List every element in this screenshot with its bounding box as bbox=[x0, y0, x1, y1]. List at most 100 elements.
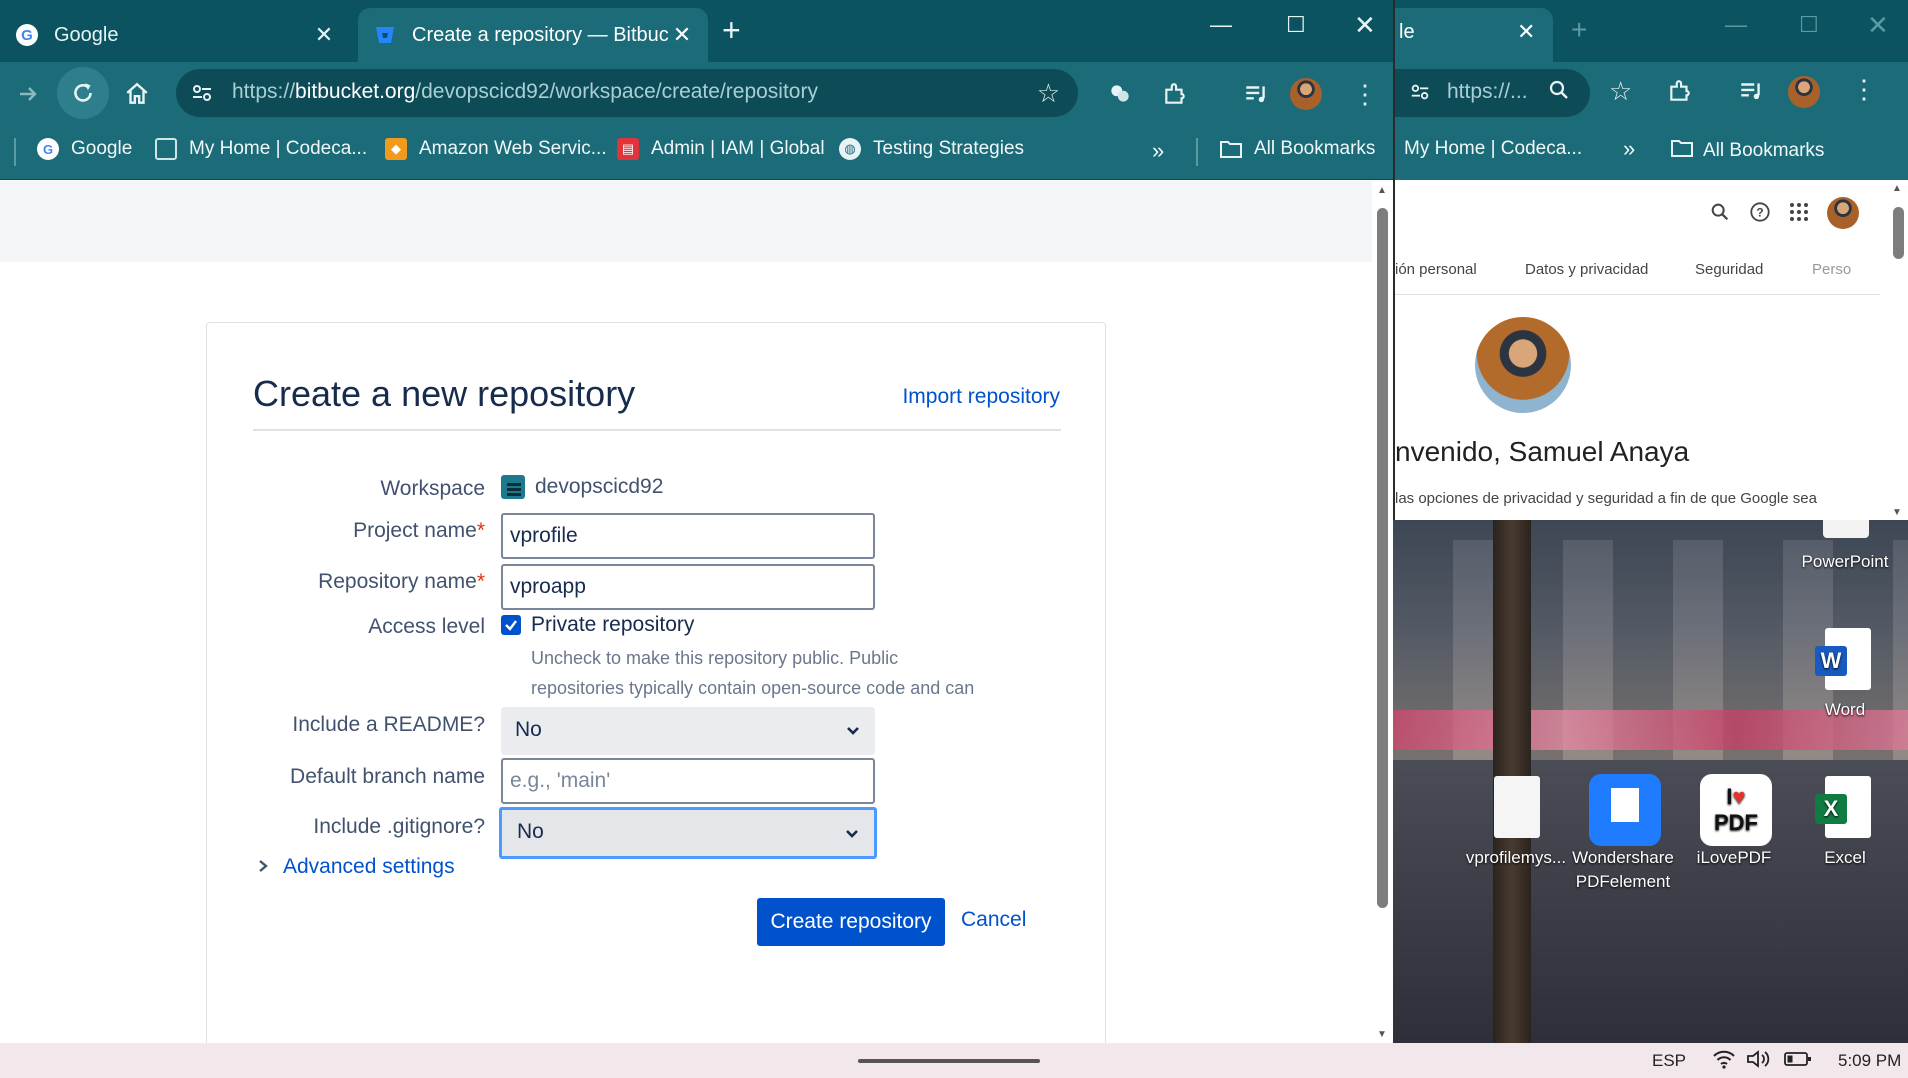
volume-icon[interactable] bbox=[1746, 1049, 1772, 1074]
extensions-icon[interactable] bbox=[1667, 78, 1693, 109]
scroll-down-icon[interactable]: ▼ bbox=[1892, 507, 1902, 518]
private-repository-checkbox[interactable] bbox=[501, 615, 521, 635]
bookmarks-bar: My Home | Codeca... » All Bookmarks bbox=[1395, 124, 1908, 180]
close-window-icon[interactable]: ✕ bbox=[1354, 10, 1376, 41]
minimize-icon[interactable]: — bbox=[1725, 12, 1747, 38]
gitignore-select[interactable]: No bbox=[499, 807, 877, 859]
extension-puzzle-dots-icon[interactable] bbox=[1100, 74, 1140, 114]
zoom-icon[interactable] bbox=[1547, 78, 1571, 109]
scroll-down-icon[interactable]: ▼ bbox=[1377, 1029, 1389, 1040]
close-window-icon[interactable]: ✕ bbox=[1867, 10, 1889, 41]
profile-photo[interactable] bbox=[1475, 317, 1571, 413]
tab-security[interactable]: Seguridad bbox=[1695, 261, 1763, 278]
scroll-up-icon[interactable]: ▲ bbox=[1892, 183, 1902, 194]
all-bookmarks[interactable]: All Bookmarks bbox=[1220, 138, 1375, 160]
repository-name-input[interactable]: vproapp bbox=[501, 564, 875, 610]
maximize-icon[interactable]: ☐ bbox=[1799, 12, 1819, 38]
iam-icon: ▤ bbox=[617, 138, 639, 160]
close-icon[interactable]: ✕ bbox=[312, 22, 336, 48]
divider bbox=[253, 429, 1061, 431]
right-browser-window: le ✕ + — ☐ ✕ https://... ☆ ⋮ My Home | C… bbox=[1393, 0, 1908, 520]
svg-text:G: G bbox=[21, 27, 33, 44]
profile-avatar[interactable] bbox=[1788, 76, 1820, 108]
page-title: Create a new repository bbox=[253, 373, 636, 414]
tab-strip: le ✕ + — ☐ ✕ bbox=[1395, 0, 1908, 62]
project-name-input[interactable]: vprofile bbox=[501, 513, 875, 559]
tab-data-privacy[interactable]: Datos y privacidad bbox=[1525, 261, 1648, 278]
desktop-icon-word[interactable]: W Word bbox=[1790, 626, 1900, 722]
advanced-settings-toggle[interactable]: Advanced settings bbox=[257, 855, 455, 879]
battery-icon[interactable] bbox=[1784, 1050, 1812, 1073]
close-icon[interactable]: ✕ bbox=[1517, 19, 1535, 45]
private-repository-label[interactable]: Private repository bbox=[531, 613, 694, 637]
page-viewport: Create a new repository Import repositor… bbox=[0, 181, 1393, 1043]
extensions-icon[interactable] bbox=[1155, 74, 1195, 114]
tab-bitbucket[interactable]: Create a repository — Bitbucket ✕ bbox=[358, 8, 708, 62]
bookmark-aws[interactable]: ◆ Amazon Web Servic... bbox=[385, 138, 607, 160]
scroll-up-icon[interactable]: ▲ bbox=[1377, 185, 1389, 196]
tab-personal-info[interactable]: ión personal bbox=[1395, 261, 1477, 278]
scrollbar[interactable]: ▲ ▼ bbox=[1373, 181, 1393, 1043]
search-icon[interactable] bbox=[1709, 201, 1731, 228]
desktop-icon-powerpoint[interactable]: PowerPoint bbox=[1790, 520, 1900, 574]
scrollbar[interactable]: ▲ ▼ bbox=[1888, 181, 1908, 520]
profile-avatar[interactable] bbox=[1286, 74, 1326, 114]
scrollbar-thumb[interactable] bbox=[1377, 208, 1388, 908]
language-indicator[interactable]: ESP bbox=[1652, 1051, 1686, 1071]
create-repository-button[interactable]: Create repository bbox=[757, 898, 945, 946]
address-bar[interactable]: https://... bbox=[1395, 69, 1590, 117]
readme-select[interactable]: No bbox=[501, 707, 875, 755]
codecademy-icon bbox=[155, 138, 177, 160]
bookmark-star-icon[interactable]: ☆ bbox=[1609, 76, 1632, 107]
desktop-icon-ilovepdf[interactable]: I♥ PDF iLovePDF bbox=[1679, 774, 1789, 870]
close-icon[interactable]: ✕ bbox=[670, 22, 694, 48]
account-nav-tabs: ión personal Datos y privacidad Segurida… bbox=[1395, 261, 1880, 295]
scrollbar-thumb[interactable] bbox=[1893, 207, 1904, 259]
reload-icon[interactable] bbox=[57, 67, 109, 119]
apps-grid-icon[interactable] bbox=[1788, 201, 1810, 228]
bookmark-iam[interactable]: ▤ Admin | IAM | Global bbox=[617, 138, 825, 160]
account-avatar[interactable] bbox=[1827, 197, 1859, 229]
tab-google[interactable]: G Google ✕ bbox=[0, 8, 350, 62]
media-queue-icon[interactable] bbox=[1738, 78, 1764, 109]
all-bookmarks[interactable]: All Bookmarks bbox=[1671, 138, 1824, 164]
tab-google-account[interactable]: le ✕ bbox=[1395, 8, 1553, 62]
workspace-value[interactable]: devopscicd92 bbox=[501, 475, 663, 499]
new-tab-icon[interactable]: + bbox=[722, 12, 741, 48]
desktop-icon-pdfelement[interactable]: Wondershare PDFelement bbox=[1568, 774, 1678, 894]
help-icon[interactable]: ? bbox=[1749, 201, 1771, 228]
clock[interactable]: 5:09 PM bbox=[1838, 1051, 1901, 1071]
desktop-icon-vprofilemys[interactable]: vprofilemys... bbox=[1461, 774, 1571, 870]
cancel-button[interactable]: Cancel bbox=[961, 908, 1026, 932]
site-info-icon[interactable] bbox=[1409, 81, 1431, 108]
bookmark-google[interactable]: G Google bbox=[37, 138, 132, 160]
tab-people[interactable]: Perso bbox=[1812, 261, 1851, 278]
more-bookmarks-icon[interactable]: » bbox=[1623, 136, 1635, 162]
new-tab-icon[interactable]: + bbox=[1571, 14, 1587, 46]
forward-icon[interactable] bbox=[8, 74, 48, 114]
default-branch-input[interactable]: e.g., 'main' bbox=[501, 758, 875, 804]
address-bar[interactable]: https://bitbucket.org/devopscicd92/works… bbox=[176, 69, 1078, 117]
home-icon[interactable] bbox=[117, 74, 157, 114]
bookmark-codecademy[interactable]: My Home | Codeca... bbox=[1404, 138, 1582, 160]
more-bookmarks-icon[interactable]: » bbox=[1152, 138, 1164, 164]
menu-kebab-icon[interactable]: ⋮ bbox=[1345, 74, 1385, 114]
welcome-heading: nvenido, Samuel Anaya bbox=[1395, 436, 1690, 467]
menu-kebab-icon[interactable]: ⋮ bbox=[1851, 74, 1877, 105]
site-info-icon[interactable] bbox=[190, 81, 214, 110]
taskbar-handle[interactable] bbox=[858, 1059, 1040, 1063]
ilovepdf-icon: I♥ PDF bbox=[1700, 774, 1772, 846]
import-repository-link[interactable]: Import repository bbox=[902, 385, 1060, 409]
desktop-icon-excel[interactable]: X Excel bbox=[1790, 774, 1900, 870]
minimize-icon[interactable]: — bbox=[1210, 12, 1232, 38]
file-icon bbox=[1482, 774, 1550, 842]
bookmark-codecademy[interactable]: My Home | Codeca... bbox=[155, 138, 367, 160]
maximize-icon[interactable]: ☐ bbox=[1286, 12, 1306, 38]
wifi-icon[interactable] bbox=[1712, 1049, 1736, 1074]
folder-icon bbox=[1220, 138, 1242, 160]
bookmark-testing[interactable]: ◍ Testing Strategies bbox=[839, 138, 1024, 160]
aws-icon: ◆ bbox=[385, 138, 407, 160]
bookmark-star-icon[interactable]: ☆ bbox=[1037, 78, 1060, 109]
media-queue-icon[interactable] bbox=[1236, 74, 1276, 114]
toolbar: https://bitbucket.org/devopscicd92/works… bbox=[0, 62, 1393, 124]
